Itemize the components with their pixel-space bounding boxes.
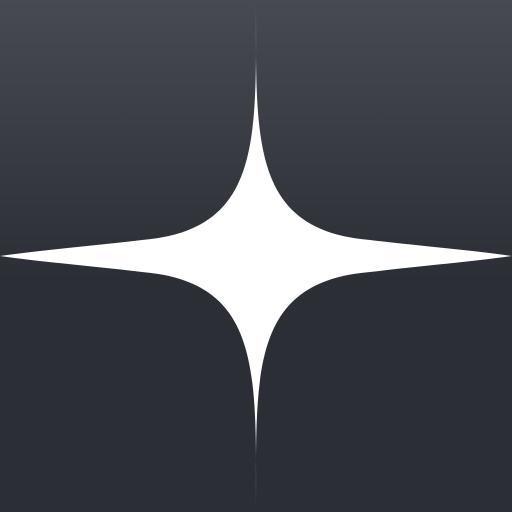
sparkle-star-graphic [0, 0, 512, 512]
app-icon-canvas [0, 0, 512, 512]
